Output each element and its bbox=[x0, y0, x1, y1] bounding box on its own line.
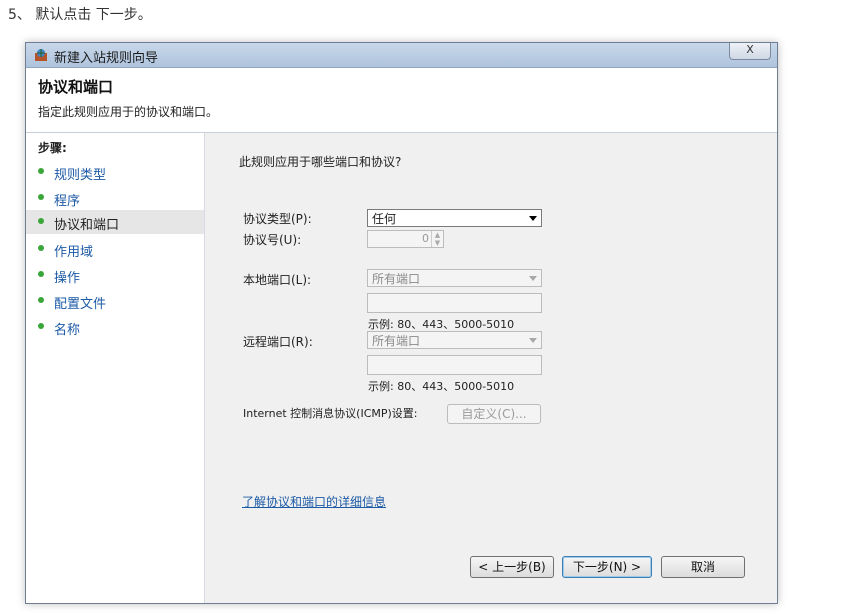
steps-sidebar: 步骤: 规则类型 程序 协议和端口 作用域 操作 配置文件 名称 bbox=[26, 133, 205, 603]
protocol-type-label: 协议类型(P): bbox=[243, 212, 312, 226]
cancel-button[interactable]: 取消 bbox=[661, 556, 745, 578]
step-bullet-icon bbox=[38, 271, 44, 277]
dropdown-arrow-icon bbox=[529, 276, 537, 281]
step-bullet-icon bbox=[38, 168, 44, 174]
protocol-number-label: 协议号(U): bbox=[243, 233, 302, 247]
wizard-window: 新建入站规则向导 X 协议和端口 指定此规则应用于的协议和端口。 步骤: 规则类… bbox=[25, 42, 778, 604]
title-bar: 新建入站规则向导 X bbox=[26, 43, 777, 68]
step-label: 作用域 bbox=[54, 245, 94, 260]
icmp-label: Internet 控制消息协议(ICMP)设置: bbox=[243, 407, 418, 420]
local-port-select[interactable]: 所有端口 bbox=[367, 269, 542, 287]
step-label: 程序 bbox=[54, 194, 81, 209]
step-profile[interactable]: 配置文件 bbox=[26, 289, 204, 313]
step-label: 名称 bbox=[54, 323, 81, 338]
step-bullet-icon bbox=[38, 297, 44, 303]
protocol-type-select[interactable]: 任何 bbox=[367, 209, 542, 227]
close-button[interactable]: X bbox=[729, 43, 771, 60]
spin-down-icon: ▼ bbox=[434, 239, 441, 247]
spin-up-icon: ▲ bbox=[434, 231, 441, 239]
back-button[interactable]: < 上一步(B) bbox=[470, 556, 554, 578]
remote-port-label: 远程端口(R): bbox=[243, 335, 313, 349]
firewall-icon bbox=[35, 49, 47, 61]
step-bullet-icon bbox=[38, 245, 44, 251]
caption-text: 5、 默认点击 下一步。 bbox=[8, 7, 152, 23]
protocol-number-stepper[interactable]: 0 ▲ ▼ bbox=[367, 230, 444, 248]
step-scope[interactable]: 作用域 bbox=[26, 237, 204, 261]
main-content: 此规则应用于哪些端口和协议? 协议类型(P): 任何 协议号(U): 0 ▲ ▼… bbox=[205, 133, 777, 603]
step-name[interactable]: 名称 bbox=[26, 315, 204, 339]
local-port-input[interactable] bbox=[367, 293, 542, 313]
remote-port-example: 示例: 80、443、5000-5010 bbox=[368, 380, 515, 393]
local-port-value: 所有端口 bbox=[372, 272, 421, 286]
remote-port-input[interactable] bbox=[367, 355, 542, 375]
step-bullet-icon bbox=[38, 323, 44, 329]
step-bullet-icon bbox=[38, 218, 44, 224]
dropdown-arrow-icon bbox=[529, 338, 537, 343]
step-label: 规则类型 bbox=[54, 168, 107, 183]
step-action[interactable]: 操作 bbox=[26, 263, 204, 287]
protocol-type-value: 任何 bbox=[372, 212, 397, 226]
step-protocol-ports[interactable]: 协议和端口 bbox=[26, 210, 204, 234]
step-label: 配置文件 bbox=[54, 297, 107, 312]
step-label: 协议和端口 bbox=[54, 218, 120, 233]
steps-label: 步骤: bbox=[38, 141, 67, 155]
local-port-example: 示例: 80、443、5000-5010 bbox=[368, 318, 515, 331]
window-title: 新建入站规则向导 bbox=[54, 51, 159, 66]
question-text: 此规则应用于哪些端口和协议? bbox=[239, 155, 402, 169]
local-port-label: 本地端口(L): bbox=[243, 273, 312, 287]
step-rule-type[interactable]: 规则类型 bbox=[26, 160, 204, 184]
customize-button[interactable]: 自定义(C)... bbox=[447, 404, 541, 424]
remote-port-value: 所有端口 bbox=[372, 334, 421, 348]
stepper-buttons[interactable]: ▲ ▼ bbox=[431, 231, 443, 247]
step-bullet-icon bbox=[38, 194, 44, 200]
page-subtitle: 指定此规则应用于的协议和端口。 bbox=[38, 105, 219, 119]
learn-more-link[interactable]: 了解协议和端口的详细信息 bbox=[242, 493, 386, 510]
remote-port-select[interactable]: 所有端口 bbox=[367, 331, 542, 349]
page-header: 协议和端口 指定此规则应用于的协议和端口。 bbox=[26, 68, 777, 133]
page-title: 协议和端口 bbox=[38, 78, 114, 96]
step-program[interactable]: 程序 bbox=[26, 186, 204, 210]
protocol-number-value: 0 bbox=[422, 232, 429, 245]
step-label: 操作 bbox=[54, 271, 81, 286]
dropdown-arrow-icon bbox=[529, 216, 537, 221]
next-button[interactable]: 下一步(N) > bbox=[562, 556, 652, 578]
